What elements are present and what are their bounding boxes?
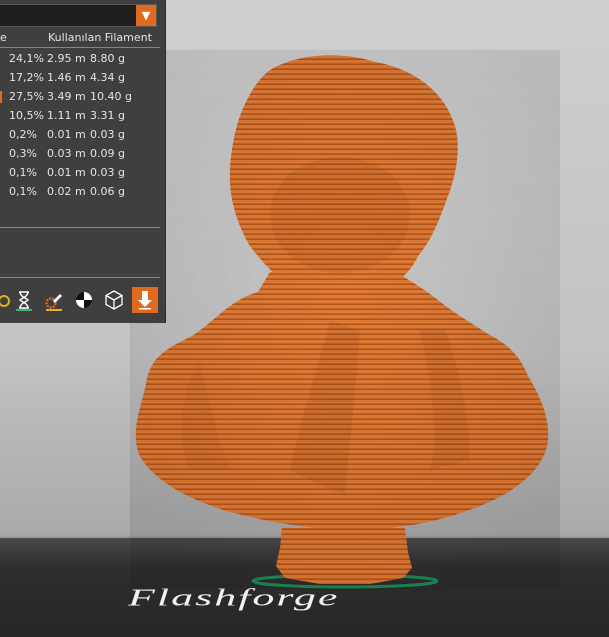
print-time-button[interactable] — [11, 287, 37, 313]
table-row[interactable]: 0,1% 0.02 m 0.06 g — [0, 183, 165, 202]
half-circle-icon — [76, 292, 92, 308]
pencil-gear-icon — [45, 294, 62, 309]
row-percent: 0,1% — [9, 166, 37, 179]
row-length: 1.46 m — [47, 71, 86, 84]
table-row[interactable]: 0,1% 0.01 m 0.03 g — [0, 164, 165, 183]
download-arrow-icon — [138, 291, 152, 310]
table-row[interactable]: 24,1% 2.95 m 8.80 g — [0, 50, 165, 69]
row-weight: 3.31 g — [90, 109, 125, 122]
table-row[interactable]: 17,2% 1.46 m 4.34 g — [0, 69, 165, 88]
table-row[interactable]: 0,3% 0.03 m 0.09 g — [0, 145, 165, 164]
row-weight: 8.80 g — [90, 52, 125, 65]
header-fragment: e — [0, 31, 7, 44]
row-weight: 0.03 g — [90, 128, 125, 141]
edit-settings-button[interactable] — [41, 287, 67, 313]
table-row[interactable]: 27,5% 3.49 m 10.40 g — [0, 88, 165, 107]
table-header: e Kullanılan Filament — [0, 30, 165, 48]
row-length: 0.02 m — [47, 185, 86, 198]
row-percent: 27,5% — [9, 90, 44, 103]
row-weight: 0.09 g — [90, 147, 125, 160]
contrast-button[interactable] — [71, 287, 97, 313]
slice-info-panel: ▼ e Kullanılan Filament 24,1% 2.95 m 8.80 … — [0, 0, 166, 323]
row-percent: 10,5% — [9, 109, 44, 122]
row-percent: 17,2% — [9, 71, 44, 84]
hourglass-icon — [19, 291, 29, 309]
row-length: 3.49 m — [47, 90, 86, 103]
row-weight: 0.06 g — [90, 185, 125, 198]
row-length: 0.01 m — [47, 166, 86, 179]
header-filament: Kullanılan Filament — [48, 31, 152, 44]
triangle-down-icon[interactable]: ▼ — [136, 5, 156, 26]
row-percent: 24,1% — [9, 52, 44, 65]
cube-view-button[interactable] — [101, 287, 127, 313]
download-button[interactable] — [132, 287, 158, 313]
divider — [0, 47, 160, 48]
cube-outline-icon — [105, 290, 123, 310]
panel-toolbar — [0, 285, 165, 315]
divider — [0, 277, 160, 278]
row-weight: 10.40 g — [90, 90, 132, 103]
row-weight: 4.34 g — [90, 71, 125, 84]
row-percent: 0,2% — [9, 128, 37, 141]
row-length: 1.11 m — [47, 109, 86, 122]
row-length: 0.03 m — [47, 147, 86, 160]
row-length: 0.01 m — [47, 128, 86, 141]
table-row[interactable]: 10,5% 1.11 m 3.31 g — [0, 107, 165, 126]
row-weight: 0.03 g — [90, 166, 125, 179]
row-percent: 0,1% — [9, 185, 37, 198]
table-row[interactable]: 0,2% 0.01 m 0.03 g — [0, 126, 165, 145]
row-percent: 0,3% — [9, 147, 37, 160]
divider — [0, 227, 160, 228]
row-length: 2.95 m — [47, 52, 86, 65]
view-mode-select[interactable]: ▼ — [0, 4, 157, 27]
